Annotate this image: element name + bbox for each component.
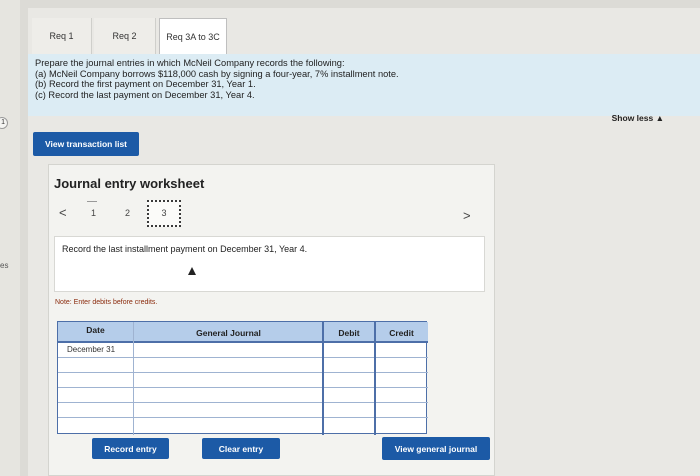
left-margin-strip: [0, 0, 20, 476]
tab-req-1[interactable]: Req 1: [32, 18, 92, 54]
column-divider: [374, 322, 376, 435]
page-1-indicator-line: [87, 201, 97, 202]
column-divider: [133, 322, 134, 435]
table-row[interactable]: December 31: [58, 343, 428, 358]
journal-header-row: Date General Journal Debit Credit: [58, 322, 428, 343]
journal-entry-worksheet: Journal entry worksheet < 1 2 3 > Record…: [48, 164, 495, 476]
show-less-link[interactable]: Show less ▲: [612, 113, 664, 123]
instruction-line: Prepare the journal entries in which McN…: [35, 58, 345, 68]
side-text: es: [0, 261, 9, 270]
record-entry-button[interactable]: Record entry: [92, 438, 169, 459]
chevron-left-icon[interactable]: <: [59, 205, 67, 220]
page-1-link[interactable]: 1: [91, 208, 96, 218]
table-row[interactable]: [58, 373, 428, 388]
page-2-link[interactable]: 2: [125, 208, 130, 218]
table-row[interactable]: [58, 403, 428, 418]
table-row[interactable]: [58, 388, 428, 403]
instruction-line: (a) McNeil Company borrows $118,000 cash…: [35, 68, 399, 79]
note-text: Note: Enter debits before credits.: [55, 299, 158, 306]
instruction-line: (c) Record the last payment on December …: [35, 90, 255, 101]
debit-column-header: Debit: [338, 327, 360, 338]
credit-column-header: Credit: [389, 327, 414, 338]
general-journal-column-header: General Journal: [196, 327, 261, 338]
view-general-journal-button[interactable]: View general journal: [382, 437, 490, 460]
journal-table: Date General Journal Debit Credit Decemb…: [57, 321, 428, 435]
record-instruction-text: Record the last installment payment on D…: [62, 244, 308, 254]
column-divider: [322, 322, 324, 435]
tab-req-2[interactable]: Req 2: [94, 18, 156, 54]
chevron-right-icon[interactable]: >: [463, 208, 471, 223]
worksheet-title: Journal entry worksheet: [54, 176, 205, 191]
record-instruction-box: Record the last installment payment on D…: [54, 236, 485, 292]
instruction-line: (b) Record the first payment on December…: [35, 79, 256, 90]
question-panel: Req 1 Req 2 Req 3A to 3C Prepare the jou…: [28, 8, 700, 476]
clear-entry-button[interactable]: Clear entry: [202, 438, 280, 459]
view-transaction-list-button[interactable]: View transaction list: [33, 132, 139, 156]
mouse-cursor-icon: [188, 267, 196, 275]
page-3-link[interactable]: 3: [147, 200, 181, 227]
tab-req-3a-to-3c[interactable]: Req 3A to 3C: [159, 18, 227, 55]
table-row[interactable]: [58, 358, 428, 373]
worksheet-pager: < 1 2 3 >: [57, 200, 487, 227]
table-row[interactable]: [58, 418, 428, 433]
instructions-box: Prepare the journal entries in which McN…: [28, 54, 700, 116]
date-column-header: Date: [86, 324, 105, 335]
date-cell[interactable]: December 31: [67, 345, 115, 354]
